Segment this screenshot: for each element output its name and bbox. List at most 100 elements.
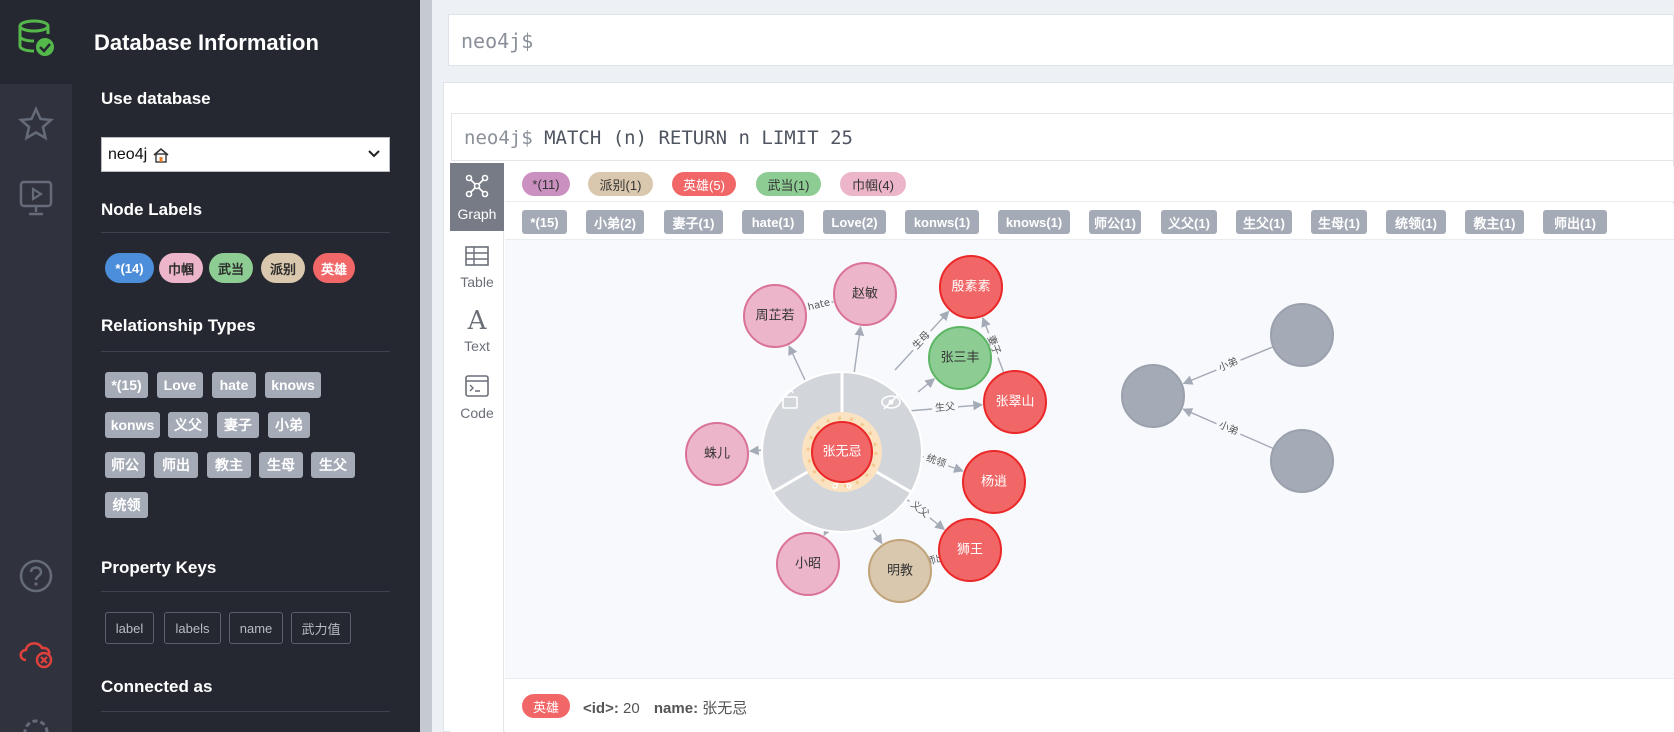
relationship-type-tag[interactable]: Love	[157, 372, 203, 398]
relationship-type-tag[interactable]: 小弟	[268, 412, 310, 438]
divider	[101, 232, 390, 233]
relationship-edge[interactable]	[917, 378, 936, 393]
graph-node[interactable]: 张翠山	[983, 370, 1047, 434]
legend-relationship-tag[interactable]: Love(2)	[823, 210, 886, 234]
node-label-pill[interactable]: *(14)	[105, 253, 154, 283]
node-label-pill[interactable]: 巾帼	[159, 253, 203, 283]
tab-table[interactable]: Table	[450, 233, 504, 301]
settings-icon[interactable]	[14, 710, 58, 732]
drawer-resize-handle[interactable]	[420, 0, 432, 732]
icon-rail	[0, 0, 72, 732]
legend-label-pill[interactable]: 武当(1)	[756, 172, 821, 196]
legend-relationship-tag[interactable]: 义父(1)	[1161, 210, 1217, 234]
node-label-pill[interactable]: 派别	[261, 253, 305, 283]
legend-relationship-tag[interactable]: knows(1)	[998, 210, 1070, 234]
relationship-type-tag[interactable]: 生父	[311, 452, 355, 478]
node-label-pill[interactable]: 英雄	[313, 253, 355, 283]
tab-table-label: Table	[460, 273, 494, 290]
relationship-type-tag[interactable]: knows	[265, 372, 321, 398]
graph-node[interactable]: 小昭	[776, 532, 840, 596]
database-select[interactable]: neo4j	[101, 137, 390, 172]
graph-node[interactable]	[1270, 303, 1334, 367]
divider	[101, 351, 390, 352]
relationship-edge[interactable]	[853, 325, 865, 375]
relationship-type-tag[interactable]: 统领	[105, 492, 148, 518]
database-select-value: neo4j	[108, 145, 148, 163]
graph-node[interactable]	[1121, 364, 1185, 428]
graph-node[interactable]: 杨逍	[962, 450, 1026, 514]
divider	[101, 591, 390, 592]
connected-as-heading: Connected as	[101, 677, 213, 696]
graph-node-label: 狮王	[957, 543, 983, 558]
legend-relationship-tag[interactable]: 统领(1)	[1386, 210, 1446, 234]
legend-relationship-tag[interactable]: 生父(1)	[1236, 210, 1292, 234]
text-icon: A	[467, 306, 487, 336]
relationship-type-tag[interactable]: 生母	[259, 452, 303, 478]
table-icon	[464, 245, 490, 270]
cypher-editor[interactable]: neo4j$	[448, 14, 1674, 66]
drawer-title: Database Information	[94, 30, 319, 55]
graph-node-label: 张无忌	[822, 445, 861, 460]
legend-relationship-tag[interactable]: 教主(1)	[1465, 210, 1524, 234]
play-guide-icon[interactable]	[14, 176, 58, 220]
legend-relationship-tag[interactable]: 妻子(1)	[664, 210, 723, 234]
relationship-edge[interactable]	[872, 529, 883, 545]
graph-node[interactable]: 张无忌	[811, 421, 873, 483]
legend-relationship-tag[interactable]: 师公(1)	[1089, 210, 1141, 234]
status-name-value: 张无忌	[702, 700, 748, 717]
tab-code[interactable]: Code	[450, 363, 504, 431]
relationship-type-tag[interactable]: 义父	[168, 412, 208, 438]
relationship-legend: *(15) 小弟(2) 妻子(1) hate(1) Love(2) konws(1) kno…	[505, 204, 1674, 240]
legend-relationship-tag[interactable]: 生母(1)	[1311, 210, 1367, 234]
graph-node[interactable]: 张三丰	[928, 326, 992, 390]
database-icon[interactable]	[14, 16, 58, 60]
legend-relationship-tag[interactable]: *(15)	[522, 210, 567, 234]
graph-node-label: 张三丰	[940, 351, 979, 366]
property-key-button[interactable]: name	[229, 612, 283, 644]
property-key-button[interactable]: labels	[164, 612, 221, 644]
legend-label-pill[interactable]: 派别(1)	[588, 172, 653, 196]
property-key-button[interactable]: 武力值	[291, 612, 351, 644]
relationship-type-tag[interactable]: konws	[105, 412, 160, 438]
legend-relationship-tag[interactable]: 小弟(2)	[586, 210, 644, 234]
graph-icon	[464, 173, 490, 202]
graph-node-circle[interactable]	[1270, 303, 1334, 367]
graph-visualization[interactable]: hate妻子生母生父统领义父师出小弟小弟 张无忌周芷若赵敏 殷素素张三丰张翠山杨逍…	[505, 240, 1674, 678]
help-icon[interactable]	[14, 554, 58, 598]
graph-node-circle[interactable]	[1270, 429, 1334, 493]
legend-label-pill[interactable]: 巾帼(4)	[840, 172, 906, 196]
relationship-type-tag[interactable]: hate	[212, 372, 256, 398]
legend-relationship-tag[interactable]: 师出(1)	[1543, 210, 1607, 234]
graph-node[interactable]: 赵敏	[833, 262, 897, 326]
relationship-type-tag[interactable]: 师出	[154, 452, 198, 478]
relationship-type-tag[interactable]: *(15)	[105, 372, 148, 398]
graph-node[interactable]	[1270, 429, 1334, 493]
node-labels-heading: Node Labels	[101, 200, 203, 219]
relationship-type-tag[interactable]: 妻子	[217, 412, 259, 438]
chevron-down-icon	[367, 147, 381, 166]
legend-label-pill[interactable]: 英雄(5)	[672, 172, 736, 196]
frame-query[interactable]: neo4j$ MATCH (n) RETURN n LIMIT 25	[451, 113, 1674, 161]
graph-node[interactable]: 殷素素	[939, 255, 1003, 319]
relationship-type-tag[interactable]: 教主	[207, 452, 251, 478]
graph-node-label: 明教	[887, 563, 913, 579]
tab-graph[interactable]: Graph	[450, 163, 504, 231]
relationship-edge[interactable]	[788, 344, 806, 381]
graph-node-label: 蛛儿	[704, 447, 730, 462]
graph-node-circle[interactable]	[1121, 364, 1185, 428]
node-label-pill[interactable]: 武当	[209, 253, 253, 283]
legend-relationship-tag[interactable]: hate(1)	[742, 210, 804, 234]
legend-label-pill[interactable]: *(11)	[522, 172, 570, 196]
graph-node[interactable]: 明教	[868, 539, 932, 603]
status-label-badge[interactable]: 英雄	[522, 694, 570, 718]
legend-relationship-tag[interactable]: konws(1)	[905, 210, 979, 234]
tab-text[interactable]: A Text	[450, 297, 504, 365]
relationship-type-tag[interactable]: 师公	[105, 452, 145, 478]
property-key-button[interactable]: label	[105, 612, 154, 644]
graph-node[interactable]: 狮王	[938, 518, 1002, 582]
graph-node[interactable]: 周芷若	[743, 284, 807, 348]
star-icon[interactable]	[14, 102, 58, 146]
graph-node[interactable]: 蛛儿	[685, 422, 749, 486]
disconnect-cloud-icon[interactable]	[14, 630, 58, 674]
graph-node-label: 殷素素	[951, 280, 990, 295]
